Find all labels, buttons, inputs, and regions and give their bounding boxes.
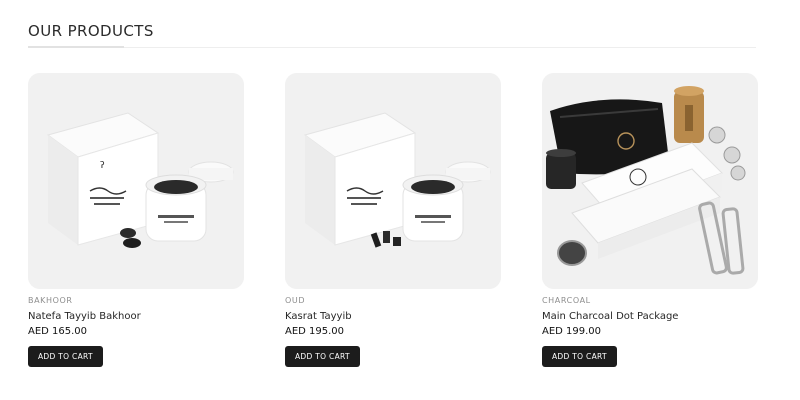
product-name[interactable]: Natefa Tayyib Bakhoor	[28, 311, 244, 322]
oud-product-photo	[285, 73, 501, 289]
product-image[interactable]	[285, 73, 501, 289]
product-name[interactable]: Kasrat Tayyib	[285, 311, 501, 322]
product-image[interactable]	[542, 73, 758, 289]
product-card: OUD Kasrat Tayyib AED 195.00 ADD TO CART	[285, 73, 501, 367]
product-category: CHARCOAL	[542, 296, 591, 305]
product-card: ʔ BAKHOOR Natefa Tayyib Bakhoor AED 165.…	[28, 73, 244, 367]
section-divider	[28, 47, 756, 48]
product-price: AED 165.00	[28, 326, 88, 337]
svg-text:ʔ: ʔ	[100, 161, 105, 171]
product-category: OUD	[285, 296, 306, 305]
section-divider-accent	[28, 46, 124, 48]
charcoal-package-photo	[542, 73, 758, 289]
product-card: CHARCOAL Main Charcoal Dot Package AED 1…	[542, 73, 758, 367]
product-price: AED 199.00	[542, 326, 602, 337]
add-to-cart-button[interactable]: ADD TO CART	[542, 346, 617, 367]
add-to-cart-button[interactable]: ADD TO CART	[285, 346, 360, 367]
add-to-cart-button[interactable]: ADD TO CART	[28, 346, 103, 367]
product-name[interactable]: Main Charcoal Dot Package	[542, 311, 758, 322]
product-price: AED 195.00	[285, 326, 345, 337]
product-image[interactable]: ʔ	[28, 73, 244, 289]
product-category: BAKHOOR	[28, 296, 73, 305]
section-title: OUR PRODUCTS	[28, 22, 154, 40]
bakhoor-product-photo: ʔ	[28, 73, 244, 289]
